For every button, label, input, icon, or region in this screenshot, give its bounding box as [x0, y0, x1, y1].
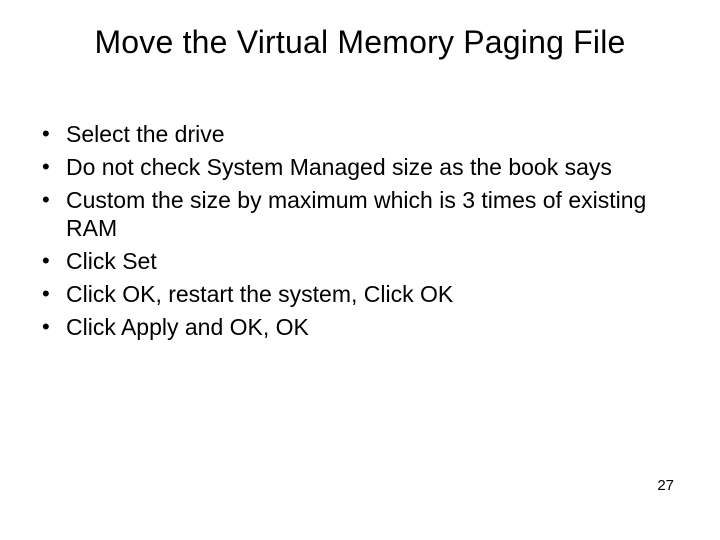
page-number: 27	[657, 477, 674, 494]
slide-body: Select the drive Do not check System Man…	[36, 120, 660, 345]
slide: Move the Virtual Memory Paging File Sele…	[0, 0, 720, 540]
bullet-text: Click Apply and OK, OK	[66, 314, 309, 340]
bullet-text: Click Set	[66, 248, 157, 274]
list-item: Do not check System Managed size as the …	[36, 153, 660, 182]
list-item: Click OK, restart the system, Click OK	[36, 280, 660, 309]
list-item: Click Apply and OK, OK	[36, 313, 660, 342]
list-item: Select the drive	[36, 120, 660, 149]
slide-title: Move the Virtual Memory Paging File	[0, 24, 720, 61]
bullet-text: Do not check System Managed size as the …	[66, 154, 612, 180]
bullet-list: Select the drive Do not check System Man…	[36, 120, 660, 341]
bullet-text: Select the drive	[66, 121, 225, 147]
bullet-text: Custom the size by maximum which is 3 ti…	[66, 187, 646, 242]
bullet-text: Click OK, restart the system, Click OK	[66, 281, 453, 307]
list-item: Custom the size by maximum which is 3 ti…	[36, 186, 660, 244]
list-item: Click Set	[36, 247, 660, 276]
